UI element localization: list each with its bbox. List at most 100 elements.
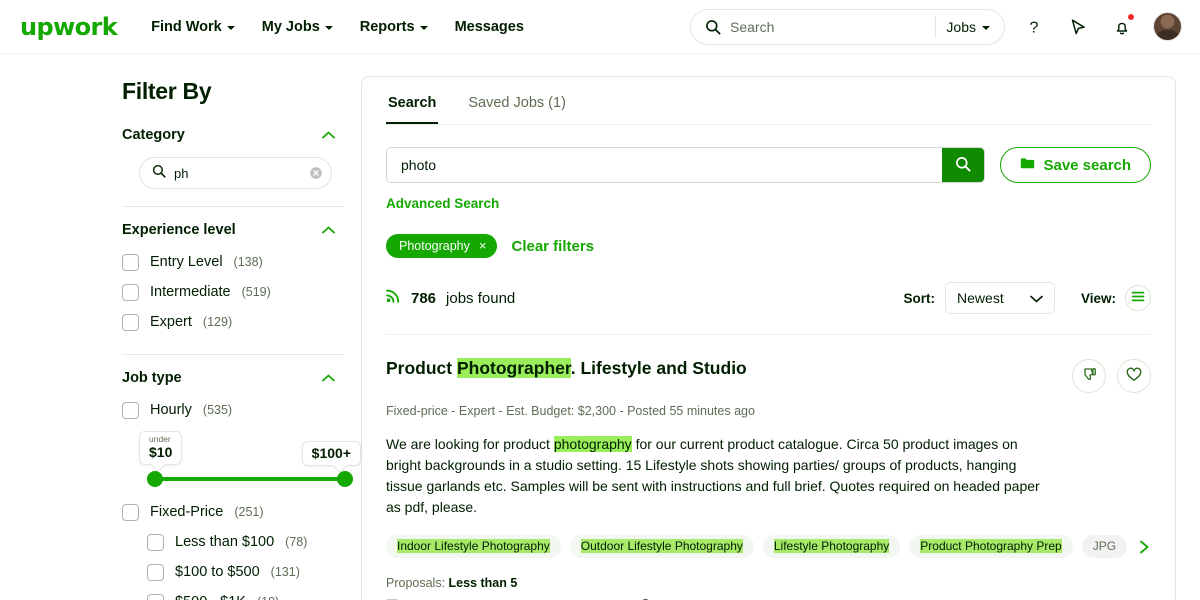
checkbox-row-less-than-100[interactable]: Less than $100 (78) xyxy=(147,527,361,557)
filter-section-experience-level[interactable]: Experience level xyxy=(122,222,361,238)
chevron-up-icon[interactable] xyxy=(322,226,335,234)
close-icon[interactable]: × xyxy=(479,238,487,253)
section-title: Experience level xyxy=(122,222,236,238)
tab-saved-jobs[interactable]: Saved Jobs (1) xyxy=(466,95,568,124)
checkbox[interactable] xyxy=(122,402,139,419)
filter-section-job-type[interactable]: Job type xyxy=(122,370,361,386)
nav-item-find-work[interactable]: Find Work xyxy=(151,19,235,35)
job-description: We are looking for product photography f… xyxy=(386,434,1041,518)
notification-badge-dot xyxy=(1127,13,1135,21)
clear-filters-button[interactable]: Clear filters xyxy=(511,238,594,255)
cursor-icon[interactable] xyxy=(1063,12,1093,42)
checkbox-row-fixed-price[interactable]: Fixed-Price (251) xyxy=(122,497,361,527)
job-list: Product Photographer. Lifestyle and Stud… xyxy=(386,334,1151,600)
global-search-input[interactable] xyxy=(730,19,931,35)
chevron-up-icon[interactable] xyxy=(322,374,335,382)
job-card: Product Photographer. Lifestyle and Stud… xyxy=(386,335,1151,600)
checkbox-count: (535) xyxy=(203,403,232,417)
checkbox-row-expert[interactable]: Expert (129) xyxy=(122,307,361,337)
checkbox-row-100-to-500[interactable]: $100 to $500 (131) xyxy=(147,557,361,587)
job-search-input[interactable] xyxy=(387,148,942,182)
clear-icon[interactable] xyxy=(309,166,323,180)
checkbox[interactable] xyxy=(147,594,164,600)
chevron-down-icon xyxy=(227,26,235,30)
checkbox-row-intermediate[interactable]: Intermediate (519) xyxy=(122,277,361,307)
job-tag[interactable]: Product Photography Prep xyxy=(909,535,1072,558)
search-results-card: Search Saved Jobs (1) Save sear xyxy=(361,76,1176,600)
svg-text:?: ? xyxy=(1030,19,1039,36)
checkbox[interactable] xyxy=(122,504,139,521)
checkbox-count: (78) xyxy=(285,535,307,549)
sort-label: Sort: xyxy=(904,291,936,306)
advanced-search-link[interactable]: Advanced Search xyxy=(386,196,499,211)
dislike-button[interactable] xyxy=(1072,359,1106,393)
results-summary-row: 786 jobs found Sort: Newest View: xyxy=(386,282,1151,334)
results-count: 786 xyxy=(411,290,436,307)
slider-handle-min[interactable] xyxy=(147,471,163,487)
nav-label: My Jobs xyxy=(262,19,320,35)
chevron-up-icon[interactable] xyxy=(322,131,335,139)
job-title-highlight: Photographer xyxy=(457,358,571,378)
tag-label: Indoor Lifestyle Photography xyxy=(397,539,550,553)
slider-max-bubble: $100+ xyxy=(302,441,361,466)
checkbox-row-500-to-1k[interactable]: $500 - $1K (18) xyxy=(147,587,361,600)
checkbox[interactable] xyxy=(122,254,139,271)
rss-feed-icon[interactable] xyxy=(386,288,401,308)
save-job-heart-button[interactable] xyxy=(1117,359,1151,393)
slider-min-value: $10 xyxy=(149,444,172,460)
help-icon[interactable]: ? xyxy=(1019,12,1049,42)
nav-item-my-jobs[interactable]: My Jobs xyxy=(262,19,333,35)
view-list-toggle-button[interactable] xyxy=(1125,285,1151,311)
category-search-field[interactable] xyxy=(139,157,332,189)
chevron-down-icon xyxy=(325,26,333,30)
job-tag[interactable]: Indoor Lifestyle Photography xyxy=(386,535,561,558)
slider-track[interactable] xyxy=(147,477,353,481)
tab-search[interactable]: Search xyxy=(386,95,438,124)
checkbox-label: Hourly xyxy=(150,402,192,418)
nav-item-reports[interactable]: Reports xyxy=(360,19,428,35)
checkbox[interactable] xyxy=(147,564,164,581)
job-tag[interactable]: Outdoor Lifestyle Photography xyxy=(570,535,754,558)
checkbox-row-hourly[interactable]: Hourly (535) xyxy=(122,395,361,425)
search-scope-dropdown[interactable]: Jobs xyxy=(946,19,998,35)
filter-section-category[interactable]: Category xyxy=(122,127,361,143)
filter-chip-photography[interactable]: Photography × xyxy=(386,234,497,258)
checkbox[interactable] xyxy=(122,314,139,331)
chevron-down-icon xyxy=(1030,290,1043,306)
main-nav-links: Find Work My Jobs Reports Messages xyxy=(151,19,524,35)
category-search-input[interactable] xyxy=(174,166,309,181)
sort-dropdown[interactable]: Newest xyxy=(945,282,1055,314)
main-content: Search Saved Jobs (1) Save sear xyxy=(361,54,1200,600)
job-search-field[interactable] xyxy=(386,147,985,183)
search-icon xyxy=(705,19,721,35)
chevron-right-icon[interactable] xyxy=(1136,539,1151,555)
thumbs-down-icon xyxy=(1082,367,1097,385)
nav-item-messages[interactable]: Messages xyxy=(455,19,524,35)
sort-group: Sort: Newest xyxy=(904,282,1056,314)
upwork-logo[interactable]: upwork xyxy=(20,13,117,41)
top-navigation-bar: upwork Find Work My Jobs Reports Message… xyxy=(0,0,1200,54)
section-title: Job type xyxy=(122,370,182,386)
global-search-bar[interactable]: Jobs xyxy=(690,9,1005,45)
avatar[interactable] xyxy=(1153,12,1182,41)
slider-handle-max[interactable] xyxy=(337,471,353,487)
job-tag[interactable]: JPG xyxy=(1082,535,1127,558)
nav-label: Messages xyxy=(455,19,524,35)
tab-bar: Search Saved Jobs (1) xyxy=(386,77,1151,125)
chevron-down-icon xyxy=(982,26,990,30)
job-title[interactable]: Product Photographer. Lifestyle and Stud… xyxy=(386,357,1056,379)
job-title-prefix: Product xyxy=(386,358,457,378)
search-submit-button[interactable] xyxy=(942,148,984,182)
checkbox[interactable] xyxy=(147,534,164,551)
job-type-options: Hourly (535) xyxy=(122,395,361,425)
checkbox-count: (131) xyxy=(271,565,300,579)
checkbox[interactable] xyxy=(122,284,139,301)
checkbox-row-entry-level[interactable]: Entry Level (138) xyxy=(122,247,361,277)
divider xyxy=(122,206,344,207)
job-tag[interactable]: Lifestyle Photography xyxy=(763,535,900,558)
notifications-bell-icon[interactable] xyxy=(1107,12,1137,42)
checkbox-label: Expert xyxy=(150,314,192,330)
hourly-rate-slider[interactable]: under $10 $100+ xyxy=(139,431,361,493)
job-action-buttons xyxy=(1072,357,1151,393)
save-search-button[interactable]: Save search xyxy=(1000,147,1151,183)
